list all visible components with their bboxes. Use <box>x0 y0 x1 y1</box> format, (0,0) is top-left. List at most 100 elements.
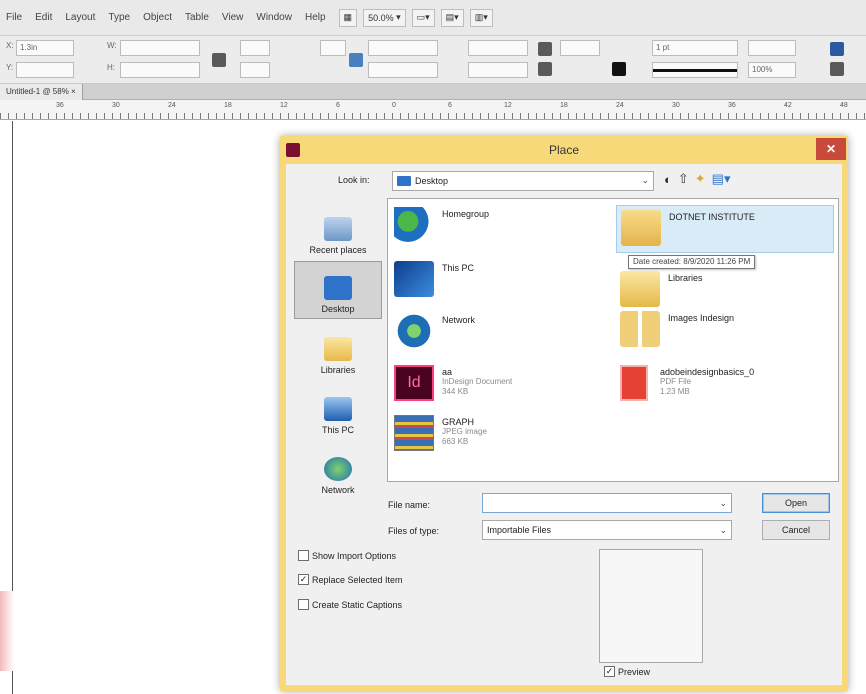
chevron-down-icon: ⌄ <box>641 175 649 185</box>
file-name: Homegroup <box>442 209 490 219</box>
file-type: InDesign Document <box>442 377 513 386</box>
constrain-proportions-icon[interactable] <box>212 53 226 67</box>
opacity-icon[interactable] <box>748 40 796 56</box>
select-container-icon[interactable] <box>468 62 528 78</box>
chevron-down-icon[interactable]: ⌄ <box>719 494 727 512</box>
ruler-number: 36 <box>728 102 736 109</box>
file-item[interactable]: Libraries <box>620 271 703 307</box>
w-label: W: <box>107 41 117 50</box>
file-item[interactable]: Images Indesign <box>620 311 734 347</box>
wrap-icon[interactable] <box>830 62 844 76</box>
ruler-number: 42 <box>784 102 792 109</box>
y-field[interactable] <box>16 62 74 78</box>
file-name: Images Indesign <box>668 313 735 323</box>
x-label: X: <box>6 41 14 50</box>
file-name-input[interactable]: ⌄ <box>482 493 732 513</box>
preview-checkbox[interactable]: ✓ <box>604 666 615 677</box>
workspace-icon[interactable]: ▥▾ <box>469 8 493 27</box>
effects-icon[interactable] <box>830 42 844 56</box>
place-label: Desktop <box>321 304 355 314</box>
file-list[interactable]: Homegroup DOTNET INSTITUTE Date created:… <box>387 198 839 482</box>
bridge-icon[interactable]: ▦ <box>338 8 358 27</box>
create-static-captions-checkbox[interactable] <box>298 599 309 610</box>
file-name: Libraries <box>668 273 703 283</box>
width-field[interactable] <box>120 40 200 56</box>
open-button[interactable]: Open <box>762 493 830 513</box>
zip-folder-icon <box>620 311 660 347</box>
place-libraries[interactable]: Libraries <box>294 321 382 379</box>
file-item[interactable]: GRAPH JPEG image 663 KB <box>394 415 487 451</box>
height-field[interactable] <box>120 62 200 78</box>
screen-mode-icon[interactable]: ▭▾ <box>411 8 435 27</box>
replace-selected-item-checkbox[interactable]: ✓ <box>298 574 309 585</box>
libraries-icon <box>620 271 660 307</box>
scale-x-field[interactable] <box>240 40 270 56</box>
place-desktop[interactable]: Desktop <box>294 261 382 319</box>
opacity-field[interactable]: 100% <box>748 62 796 78</box>
horizontal-ruler[interactable]: 36 30 24 18 12 6 0 6 12 18 24 30 36 42 4… <box>0 100 866 120</box>
network-icon <box>394 313 434 349</box>
file-item-selected[interactable]: DOTNET INSTITUTE <box>616 205 834 253</box>
flip-icon[interactable] <box>468 40 528 56</box>
file-item[interactable]: Id aa InDesign Document 344 KB <box>394 365 512 401</box>
preview-option[interactable]: ✓ Preview <box>604 666 650 677</box>
ruler-number: 30 <box>112 102 120 109</box>
view-menu-icon[interactable]: ▤▾ <box>712 171 731 187</box>
preview-panel <box>599 549 703 663</box>
bleed-marker <box>0 591 14 671</box>
create-static-captions[interactable]: Create Static Captions <box>298 599 402 610</box>
show-import-options[interactable]: Show Import Options <box>298 550 396 561</box>
scale-y-field[interactable] <box>240 62 270 78</box>
menu-window[interactable]: Window <box>256 12 292 23</box>
up-folder-icon[interactable]: ⇧ <box>678 171 689 187</box>
rotate-icon[interactable] <box>349 53 363 67</box>
fill-swatch-icon[interactable] <box>560 40 600 56</box>
file-item[interactable]: Network <box>394 313 475 349</box>
zoom-level-dropdown[interactable]: 50.0% ▾ <box>363 8 406 27</box>
homegroup-icon <box>394 207 434 243</box>
menu-type[interactable]: Type <box>108 12 130 23</box>
menu-help[interactable]: Help <box>305 12 326 23</box>
ruler-number: 18 <box>224 102 232 109</box>
place-this-pc[interactable]: This PC <box>294 381 382 439</box>
x-field[interactable]: 1.3in <box>16 40 74 56</box>
replace-selected-item[interactable]: ✓ Replace Selected Item <box>298 574 403 585</box>
desktop-icon <box>397 176 411 186</box>
close-button[interactable]: ✕ <box>816 138 846 160</box>
menu-view[interactable]: View <box>222 12 244 23</box>
file-item[interactable]: Homegroup <box>394 207 489 243</box>
new-folder-icon[interactable]: ✦ <box>695 171 706 187</box>
files-of-type-dropdown[interactable]: Importable Files ⌄ <box>482 520 732 540</box>
stroke-swatch-icon[interactable] <box>612 62 626 76</box>
cancel-button[interactable]: Cancel <box>762 520 830 540</box>
place-dialog: Place ✕ Look in: Desktop ⌄ ◐ ⇧ ✦ ▤▾ Rece… <box>280 136 848 691</box>
file-item[interactable]: adobeindesignbasics_0 PDF File 1.23 MB <box>620 365 754 401</box>
place-network[interactable]: Network <box>294 441 382 499</box>
stroke-type-dropdown[interactable] <box>652 62 738 78</box>
menu-table[interactable]: Table <box>185 12 209 23</box>
dialog-titlebar[interactable]: Place ✕ <box>280 136 848 164</box>
look-in-dropdown[interactable]: Desktop ⌄ <box>392 171 654 191</box>
menu-layout[interactable]: Layout <box>65 12 95 23</box>
document-tab-label: Untitled-1 @ 58% <box>6 87 69 96</box>
frame-fit-icon[interactable] <box>538 62 552 76</box>
menu-file[interactable]: File <box>6 12 22 23</box>
file-item[interactable]: This PC <box>394 261 474 297</box>
indesign-document-icon: Id <box>394 365 434 401</box>
ruler-number: 24 <box>168 102 176 109</box>
libraries-icon <box>324 337 352 361</box>
shear-field[interactable] <box>368 62 438 78</box>
desktop-icon <box>324 276 352 300</box>
content-fit-icon[interactable] <box>538 42 552 56</box>
stroke-weight-field[interactable]: 1 pt <box>652 40 738 56</box>
show-import-options-checkbox[interactable] <box>298 550 309 561</box>
menu-edit[interactable]: Edit <box>35 12 52 23</box>
place-label: Network <box>321 485 355 495</box>
rotation-field[interactable] <box>368 40 438 56</box>
back-icon[interactable]: ◐ <box>664 172 672 187</box>
document-tab[interactable]: Untitled-1 @ 58% × <box>0 84 83 100</box>
menu-object[interactable]: Object <box>143 12 172 23</box>
place-recent-places[interactable]: Recent places <box>294 201 382 259</box>
arrange-icon[interactable]: ▤▾ <box>440 8 464 27</box>
reference-point-icon[interactable] <box>320 40 346 56</box>
